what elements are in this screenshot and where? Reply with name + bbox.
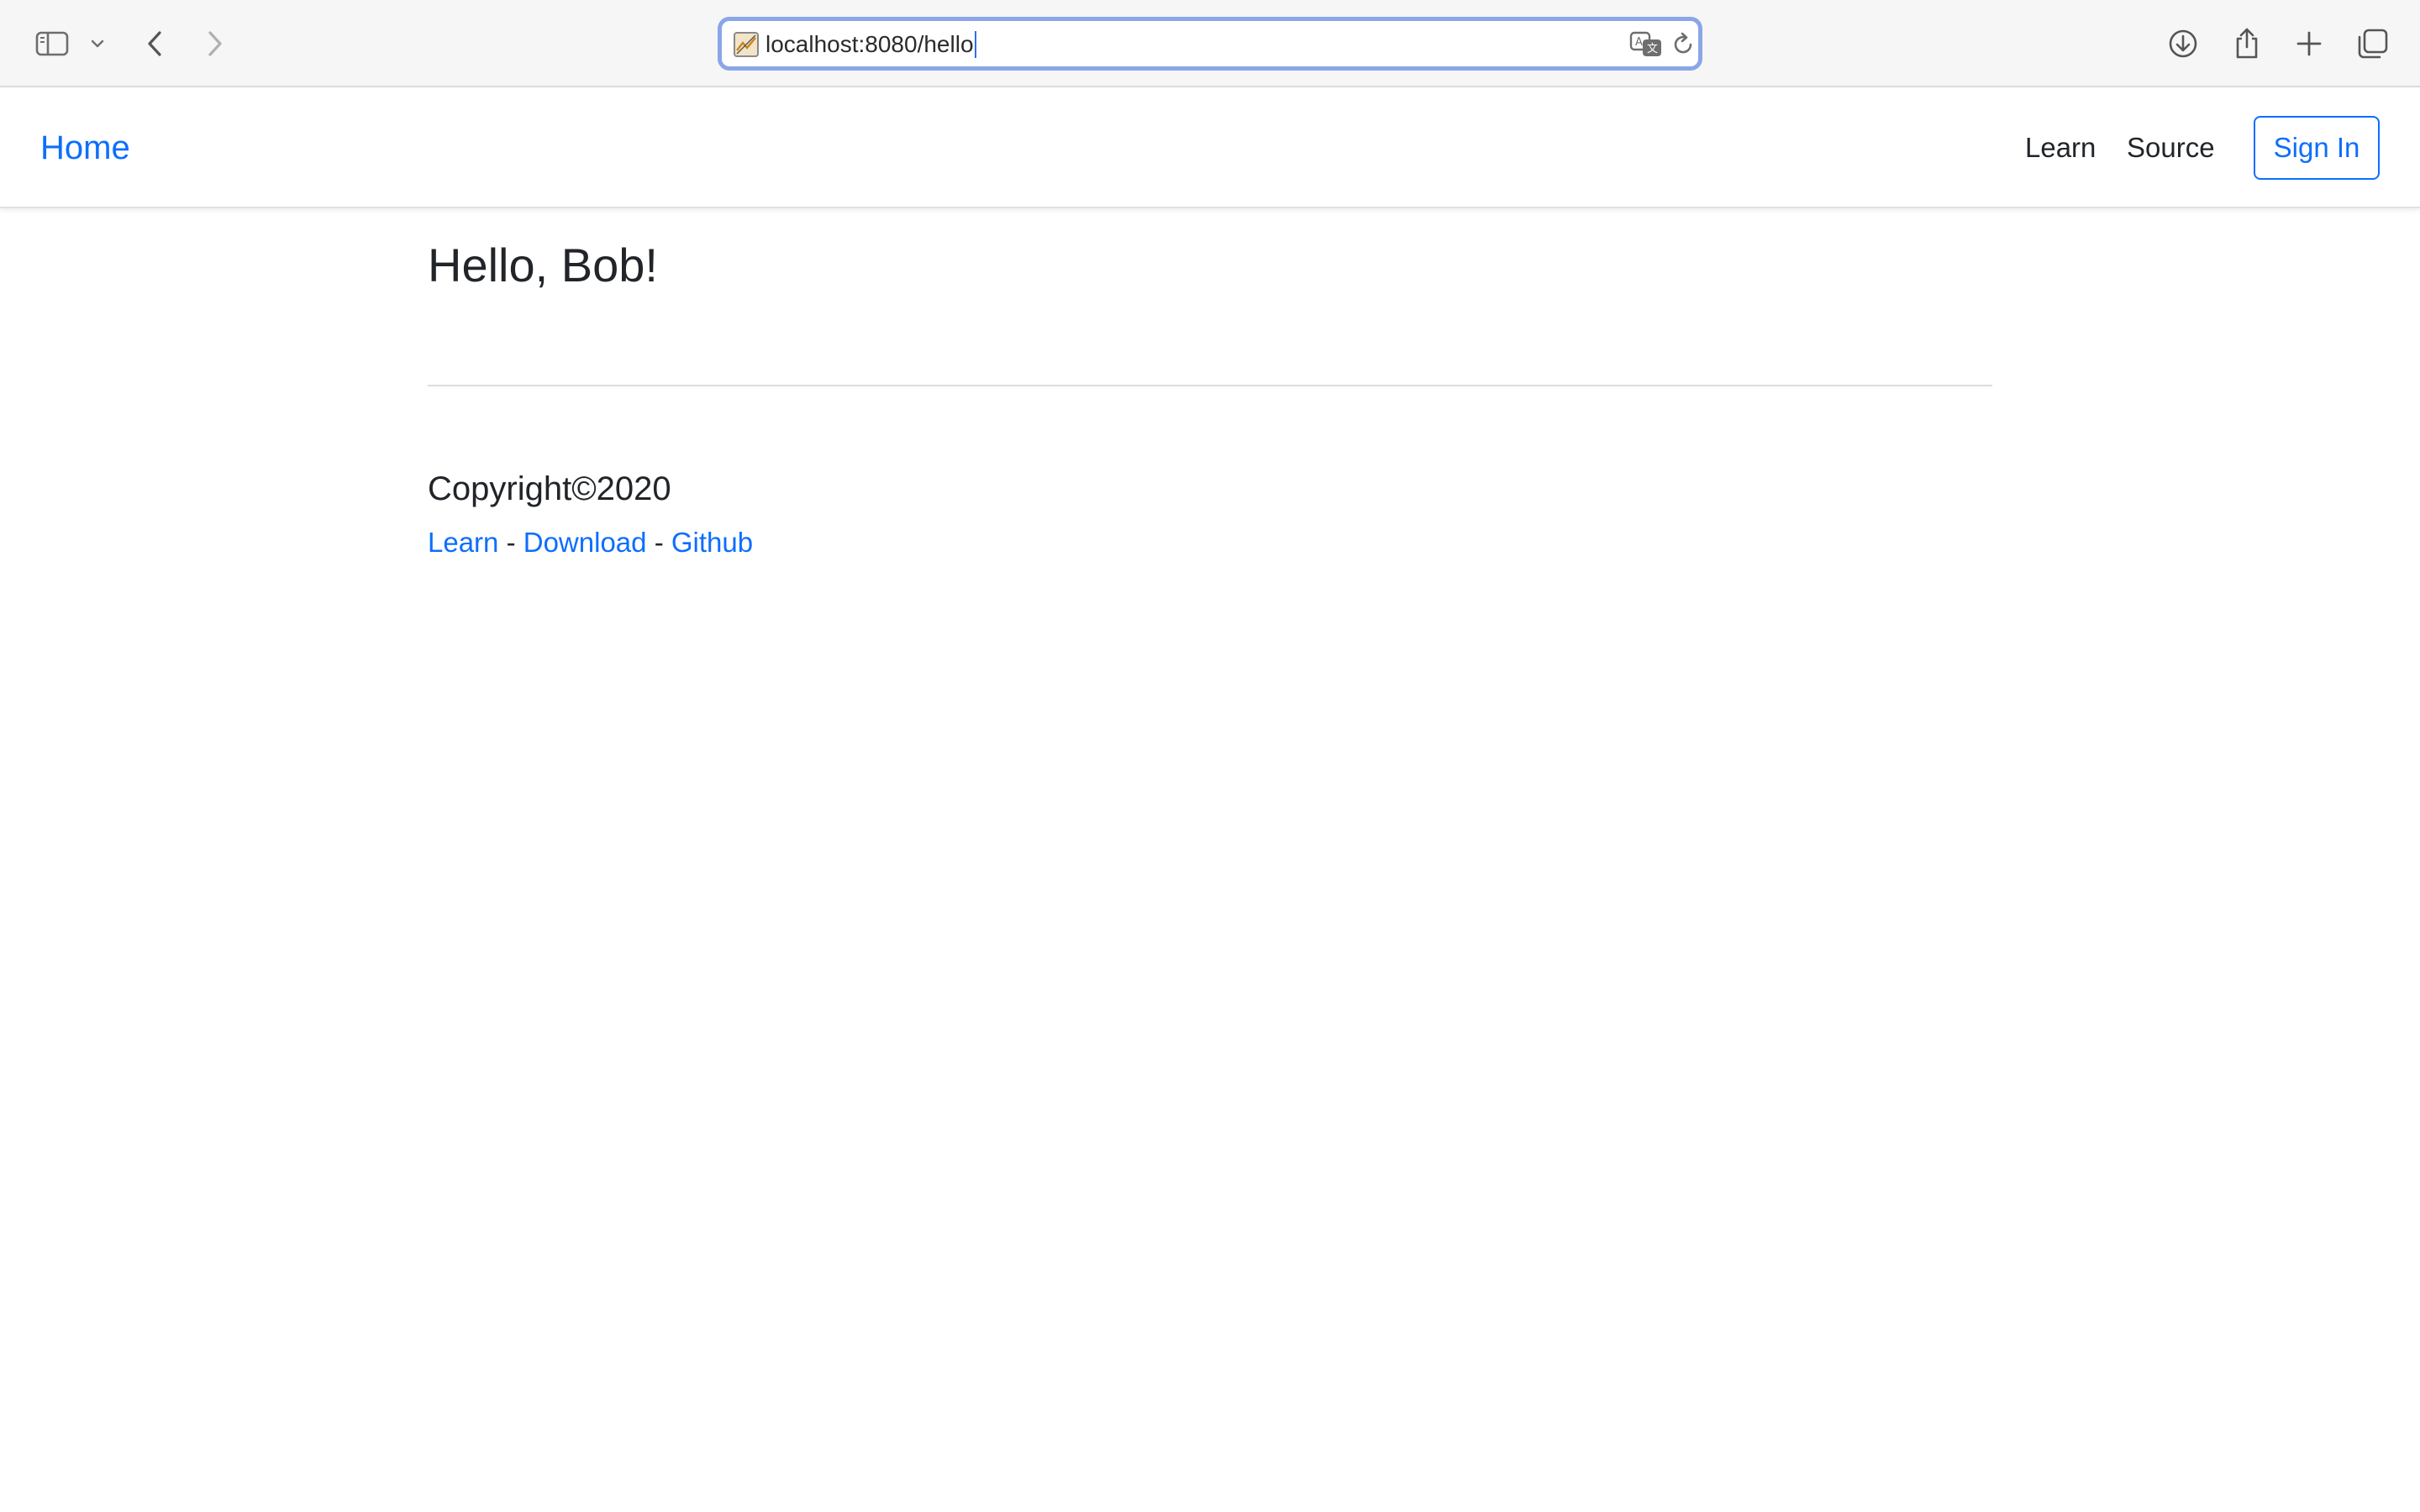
copyright-text: Copyright©2020: [428, 470, 671, 507]
forward-arrow-icon[interactable]: [198, 20, 232, 67]
svg-text:文: 文: [1647, 43, 1658, 55]
address-bar[interactable]: localhost:8080/hello A文: [718, 17, 1702, 71]
reload-icon[interactable]: [1670, 31, 1697, 62]
footer-link-learn[interactable]: Learn: [428, 527, 498, 558]
download-icon[interactable]: [2166, 20, 2200, 67]
site-favicon: [734, 32, 759, 57]
nav-link-learn[interactable]: Learn: [2025, 131, 2096, 165]
back-arrow-icon[interactable]: [138, 20, 171, 67]
footer-link-download[interactable]: Download: [523, 527, 647, 558]
chevron-down-icon[interactable]: [87, 20, 108, 67]
svg-text:A: A: [1635, 36, 1643, 49]
footer-separator: -: [506, 527, 516, 558]
translate-icon[interactable]: A文: [1629, 31, 1665, 62]
footer-divider: [428, 385, 1992, 386]
browser-toolbar: localhost:8080/hello A文: [0, 0, 2420, 87]
home-link[interactable]: Home: [40, 128, 130, 168]
sidebar-icon[interactable]: [32, 20, 72, 67]
share-icon[interactable]: [2230, 20, 2264, 67]
nav-link-source[interactable]: Source: [2127, 131, 2215, 165]
footer-links: Learn - Download - Github: [428, 526, 753, 559]
footer-link-github[interactable]: Github: [671, 527, 753, 558]
url-text[interactable]: localhost:8080/hello: [765, 31, 976, 58]
page-title: Hello, Bob!: [428, 239, 658, 291]
site-navbar: Home Learn Source Sign In: [0, 89, 2420, 208]
sign-in-button[interactable]: Sign In: [2254, 116, 2380, 180]
footer-separator: -: [654, 527, 664, 558]
plus-icon[interactable]: [2292, 20, 2326, 67]
tabs-icon[interactable]: [2354, 20, 2391, 67]
